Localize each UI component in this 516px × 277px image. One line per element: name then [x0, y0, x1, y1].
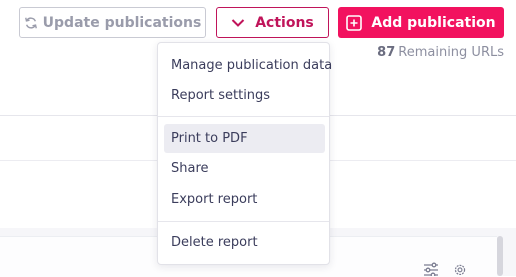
- menu-item-report-settings[interactable]: Report settings: [164, 81, 325, 110]
- scrollbar[interactable]: [497, 236, 503, 276]
- update-publications-button[interactable]: Update publications: [19, 7, 206, 38]
- actions-dropdown-menu: Manage publication data Report settings …: [157, 42, 332, 265]
- remaining-count: 87: [377, 45, 396, 60]
- gear-icon[interactable]: [452, 262, 468, 276]
- refresh-icon: [24, 16, 37, 29]
- actions-label: Actions: [255, 14, 314, 31]
- menu-item-export-report[interactable]: Export report: [164, 185, 325, 214]
- menu-separator: [158, 116, 329, 117]
- sliders-icon[interactable]: [423, 262, 439, 276]
- menu-separator: [158, 221, 329, 222]
- menu-item-share[interactable]: Share: [164, 154, 325, 183]
- add-publication-label: Add publication: [371, 14, 496, 31]
- update-publications-label: Update publications: [42, 14, 202, 31]
- add-publication-button[interactable]: Add publication: [338, 7, 504, 38]
- menu-item-delete-report[interactable]: Delete report: [164, 228, 325, 257]
- menu-item-manage-publication-data[interactable]: Manage publication data: [164, 51, 332, 80]
- remaining-label: Remaining URLs: [398, 45, 504, 60]
- remaining-urls: 87 Remaining URLs: [377, 45, 504, 60]
- actions-button[interactable]: Actions: [216, 7, 329, 38]
- chevron-down-icon: [232, 18, 245, 27]
- plus-square-icon: [346, 14, 363, 31]
- menu-item-print-to-pdf[interactable]: Print to PDF: [164, 124, 325, 153]
